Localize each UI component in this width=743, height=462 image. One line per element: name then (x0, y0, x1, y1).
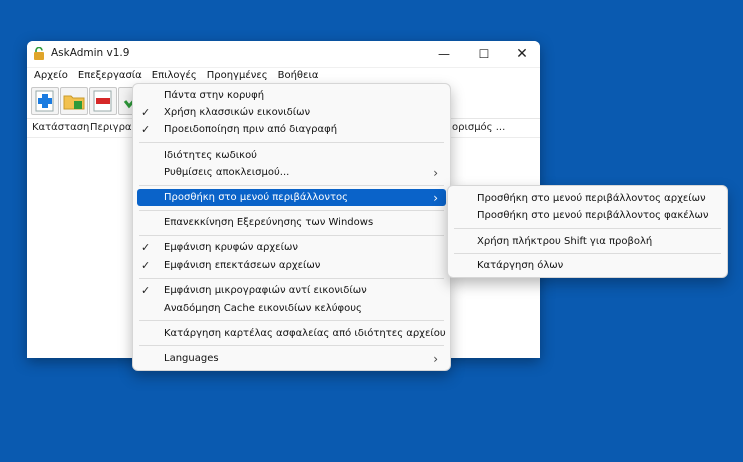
menu-separator (139, 278, 444, 279)
menu-item-context-menu[interactable]: Προσθήκη στο μενού περιβάλλοντος › (137, 189, 446, 206)
chevron-right-icon: › (433, 165, 438, 180)
menu-item-label: Ρυθμίσεις αποκλεισμού... (164, 167, 290, 178)
menu-item-restart-explorer[interactable]: Επανεκκίνηση Εξερεύνησης των Windows (137, 214, 446, 231)
menu-item-label: Κατάργηση όλων (477, 260, 564, 271)
menu-separator (139, 235, 444, 236)
checkmark-icon: ✓ (141, 241, 151, 254)
checkmark-icon: ✓ (141, 259, 151, 272)
menu-item-show-extensions[interactable]: ✓ Εμφάνιση επεκτάσεων αρχείων (137, 257, 446, 274)
menu-item-label: Χρήση πλήκτρου Shift για προβολή (477, 236, 653, 247)
add-icon (35, 90, 54, 112)
checkmark-icon: ✓ (141, 284, 151, 297)
menu-separator (454, 253, 721, 254)
menu-item-label: Αναδόμηση Cache εικονιδίων κελύφους (164, 303, 362, 314)
menu-item-warn-delete[interactable]: ✓ Προειδοποίηση πριν από διαγραφή (137, 121, 446, 138)
window-title: AskAdmin v1.9 (51, 47, 130, 59)
menu-item-label: Ιδιότητες κωδικού (164, 150, 257, 161)
menu-separator (139, 210, 444, 211)
checkmark-icon: ✓ (141, 106, 151, 119)
menu-item-label: Εμφάνιση επεκτάσεων αρχείων (164, 260, 321, 271)
menu-item-label: Languages (164, 353, 219, 364)
title-bar[interactable]: AskAdmin v1.9 — ☐ ✕ (27, 41, 540, 68)
menu-item-classic-icons[interactable]: ✓ Χρήση κλασσικών εικονιδίων (137, 104, 446, 121)
column-definition[interactable]: ορισμός ... (452, 122, 505, 133)
menu-item-label: Κατάργηση καρτέλας ασφαλείας από ιδιότητ… (164, 328, 446, 339)
menu-item-label: Εμφάνιση μικρογραφιών αντί εικονιδίων (164, 285, 367, 296)
menu-separator (139, 345, 444, 346)
menu-bar: Αρχείο Επεξεργασία Επιλογές Προηγμένες Β… (27, 68, 540, 84)
chevron-right-icon: › (433, 190, 438, 205)
menu-help[interactable]: Βοήθεια (273, 68, 324, 84)
minimize-button[interactable]: — (427, 41, 461, 67)
close-button[interactable]: ✕ (505, 41, 539, 67)
menu-item-show-thumbnails[interactable]: ✓ Εμφάνιση μικρογραφιών αντί εικονιδίων (137, 282, 446, 299)
menu-item-code-properties[interactable]: Ιδιότητες κωδικού (137, 147, 446, 164)
remove-icon (93, 90, 112, 112)
menu-item-label: Προσθήκη στο μενού περιβάλλοντος (164, 192, 348, 203)
submenu-item-folders[interactable]: Προσθήκη στο μενού περιβάλλοντος φακέλων (452, 207, 723, 224)
menu-options[interactable]: Επιλογές (147, 68, 202, 84)
chevron-right-icon: › (433, 351, 438, 366)
column-description[interactable]: Περιγραφ (90, 122, 138, 133)
submenu-item-files[interactable]: Προσθήκη στο μενού περιβάλλοντος αρχείων (452, 190, 723, 207)
menu-item-rebuild-cache[interactable]: Αναδόμηση Cache εικονιδίων κελύφους (137, 300, 446, 317)
menu-item-always-on-top[interactable]: Πάντα στην κορυφή (137, 87, 446, 104)
context-submenu: Προσθήκη στο μενού περιβάλλοντος αρχείων… (447, 185, 728, 278)
menu-item-block-settings[interactable]: Ρυθμίσεις αποκλεισμού... › (137, 164, 446, 181)
column-status[interactable]: Κατάσταση (32, 122, 89, 133)
add-button[interactable] (31, 87, 59, 115)
remove-button[interactable] (89, 87, 117, 115)
menu-edit[interactable]: Επεξεργασία (73, 68, 147, 84)
checkmark-icon: ✓ (141, 123, 151, 136)
menu-file[interactable]: Αρχείο (29, 68, 73, 84)
menu-item-label: Προειδοποίηση πριν από διαγραφή (164, 124, 338, 135)
submenu-item-shift-key[interactable]: Χρήση πλήκτρου Shift για προβολή (452, 233, 723, 250)
menu-item-label: Προσθήκη στο μενού περιβάλλοντος αρχείων (477, 193, 706, 204)
menu-item-label: Χρήση κλασσικών εικονιδίων (164, 107, 311, 118)
options-dropdown-menu: Πάντα στην κορυφή ✓ Χρήση κλασσικών εικο… (132, 83, 451, 371)
menu-item-languages[interactable]: Languages › (137, 350, 446, 367)
menu-item-label: Πάντα στην κορυφή (164, 90, 265, 101)
menu-item-label: Προσθήκη στο μενού περιβάλλοντος φακέλων (477, 210, 709, 221)
maximize-button[interactable]: ☐ (467, 41, 501, 67)
menu-item-label: Επανεκκίνηση Εξερεύνησης των Windows (164, 217, 374, 228)
lock-app-icon (34, 47, 44, 60)
submenu-item-remove-all[interactable]: Κατάργηση όλων (452, 257, 723, 274)
menu-item-label: Εμφάνιση κρυφών αρχείων (164, 242, 298, 253)
menu-advanced[interactable]: Προηγμένες (202, 68, 273, 84)
menu-separator (139, 185, 444, 186)
menu-separator (139, 320, 444, 321)
menu-separator (454, 228, 721, 229)
folder-icon (63, 95, 85, 110)
menu-item-show-hidden[interactable]: ✓ Εμφάνιση κρυφών αρχείων (137, 239, 446, 256)
menu-item-remove-security-tab[interactable]: Κατάργηση καρτέλας ασφαλείας από ιδιότητ… (137, 325, 446, 342)
menu-separator (139, 142, 444, 143)
add-folder-button[interactable] (60, 87, 88, 115)
